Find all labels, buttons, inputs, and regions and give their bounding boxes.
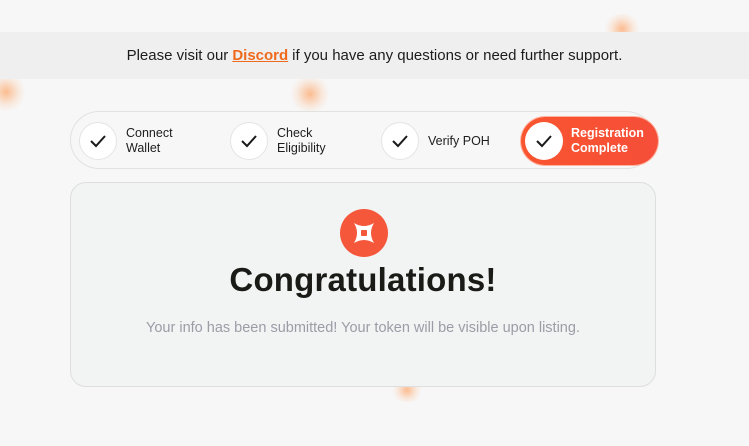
check-icon xyxy=(381,122,419,160)
decorative-glow xyxy=(290,74,330,114)
step-label: Check Eligibility xyxy=(277,126,326,155)
success-title: Congratulations! xyxy=(229,261,497,298)
support-banner: Please visit our Discord if you have any… xyxy=(0,32,749,79)
step-connect-wallet: Connect Wallet xyxy=(79,117,173,165)
step-label: Connect Wallet xyxy=(126,126,173,155)
registration-stepper: Connect Wallet Check Eligibility Verify … xyxy=(70,111,658,169)
step-check-eligibility: Check Eligibility xyxy=(230,117,326,165)
success-card: Congratulations! Your info has been subm… xyxy=(70,182,656,387)
banner-prefix: Please visit our xyxy=(126,47,229,64)
check-icon xyxy=(230,122,268,160)
step-verify-poh: Verify POH xyxy=(381,117,490,165)
check-icon xyxy=(525,122,563,160)
success-message: Your info has been submitted! Your token… xyxy=(146,320,580,336)
step-label: Registration Complete xyxy=(571,126,644,155)
check-icon xyxy=(79,122,117,160)
brand-logo-icon xyxy=(340,209,388,257)
page: Please visit our Discord if you have any… xyxy=(0,0,749,446)
banner-suffix: if you have any questions or need furthe… xyxy=(292,47,623,64)
step-registration-complete: Registration Complete xyxy=(521,117,658,165)
step-label: Verify POH xyxy=(428,133,490,148)
discord-link[interactable]: Discord xyxy=(232,47,288,64)
